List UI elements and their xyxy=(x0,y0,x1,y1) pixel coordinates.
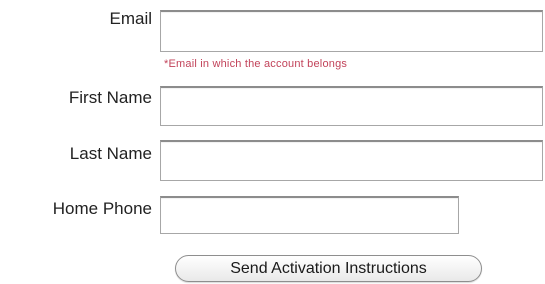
send-activation-button[interactable]: Send Activation Instructions xyxy=(175,255,482,282)
first-name-field[interactable] xyxy=(160,86,543,126)
email-field[interactable] xyxy=(160,10,543,52)
email-hint: *Email in which the account belongs xyxy=(164,58,348,70)
home-phone-field[interactable] xyxy=(160,196,459,234)
first-name-label: First Name xyxy=(68,88,152,107)
email-label: Email xyxy=(109,9,152,28)
last-name-label: Last Name xyxy=(69,144,152,163)
last-name-field[interactable] xyxy=(160,140,543,181)
home-phone-label: Home Phone xyxy=(52,199,152,218)
